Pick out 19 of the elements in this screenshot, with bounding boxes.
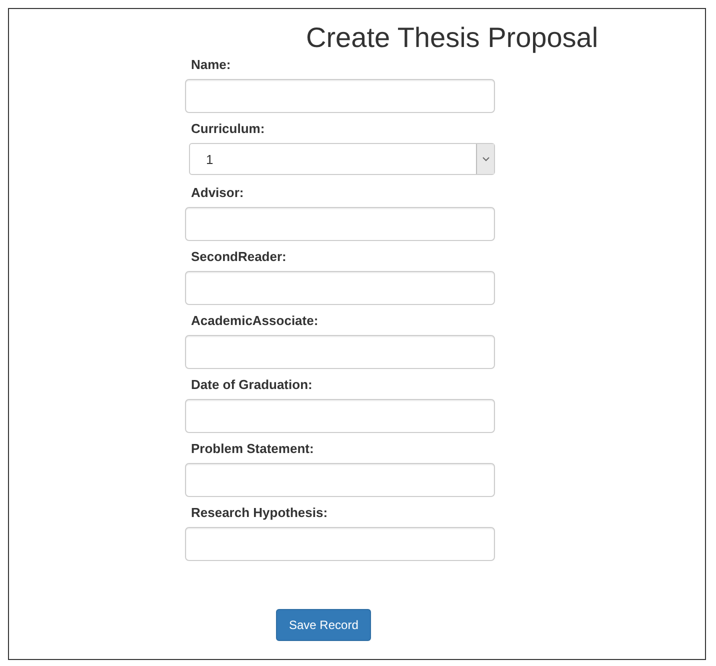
dropdown-field[interactable]: 1 (189, 143, 495, 175)
field-label: SecondReader: (191, 249, 286, 265)
field-label: Problem Statement: (191, 441, 314, 457)
field-label: AcademicAssociate: (191, 313, 318, 329)
field-label: Research Hypothesis: (191, 505, 328, 521)
field-label: Advisor: (191, 185, 244, 201)
input-field[interactable] (185, 399, 495, 433)
input-field[interactable] (185, 79, 495, 113)
caret-icon (476, 144, 494, 174)
input-field[interactable] (185, 527, 495, 561)
input-field[interactable] (185, 207, 495, 241)
page-title: Create Thesis Proposal (306, 21, 600, 55)
field-label: Date of Graduation: (191, 377, 312, 393)
input-field[interactable] (185, 271, 495, 305)
input-field[interactable] (185, 463, 495, 497)
input-field[interactable] (185, 335, 495, 369)
save-button[interactable]: Save Record (276, 609, 372, 641)
field-label: Name: (191, 57, 231, 73)
field-label: Curriculum: (191, 121, 265, 137)
